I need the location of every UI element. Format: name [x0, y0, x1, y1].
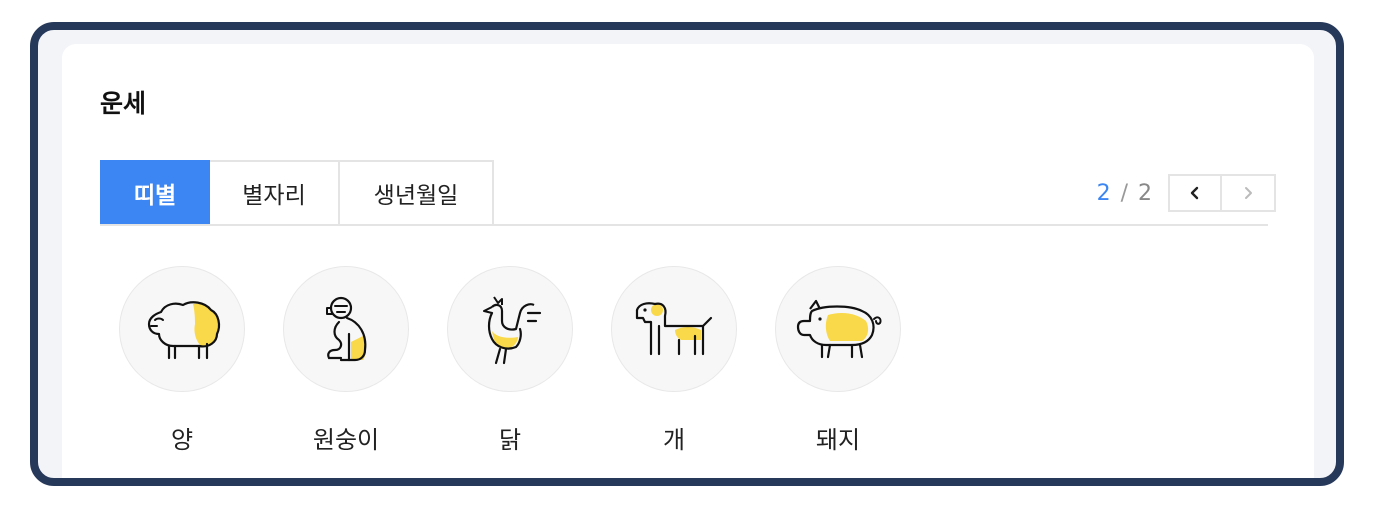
sheep-icon	[147, 301, 221, 360]
section-title: 운세	[100, 89, 147, 118]
zodiac-circle	[775, 266, 901, 392]
next-page-button[interactable]	[1222, 174, 1276, 212]
device-frame: 운세 띠별 별자리 생년월일 2 / 2 양 원숭이 닭 개 돼지	[30, 22, 1344, 486]
zodiac-item-monkey[interactable]: 원숭이	[282, 266, 410, 455]
fortune-tabs: 띠별 별자리 생년월일	[100, 160, 494, 226]
zodiac-label: 양	[170, 426, 194, 454]
zodiac-list: 양 원숭이 닭 개 돼지	[118, 266, 938, 455]
pig-icon	[796, 299, 882, 359]
zodiac-item-rooster[interactable]: 닭	[446, 266, 574, 455]
zodiac-item-sheep[interactable]: 양	[118, 266, 246, 455]
zodiac-label: 닭	[498, 426, 522, 454]
zodiac-circle	[119, 266, 245, 392]
pagination: 2 / 2	[1097, 174, 1276, 212]
chevron-right-icon	[1245, 187, 1252, 199]
zodiac-label: 개	[662, 426, 686, 454]
chevron-left-icon	[1190, 186, 1199, 200]
dog-icon	[635, 302, 713, 356]
monkey-icon	[326, 296, 367, 362]
zodiac-circle	[283, 266, 409, 392]
zodiac-item-pig[interactable]: 돼지	[774, 266, 902, 455]
tab-zodiac-animal[interactable]: 띠별	[100, 160, 210, 226]
zodiac-label: 원숭이	[312, 426, 380, 454]
zodiac-circle	[611, 266, 737, 392]
tabs-divider	[100, 224, 1268, 226]
zodiac-circle	[447, 266, 573, 392]
total-pages: 2	[1138, 180, 1152, 206]
prev-page-button[interactable]	[1168, 174, 1222, 212]
current-page: 2	[1096, 180, 1111, 206]
rooster-icon	[483, 296, 542, 365]
tab-constellation[interactable]: 별자리	[210, 160, 340, 226]
tab-birthday[interactable]: 생년월일	[340, 160, 494, 226]
zodiac-label: 돼지	[815, 426, 861, 454]
fortune-card: 운세 띠별 별자리 생년월일 2 / 2 양 원숭이 닭 개 돼지	[62, 44, 1314, 478]
page-separator: /	[1120, 180, 1128, 206]
page-indicator: 2 / 2	[1097, 181, 1152, 206]
zodiac-item-dog[interactable]: 개	[610, 266, 738, 455]
